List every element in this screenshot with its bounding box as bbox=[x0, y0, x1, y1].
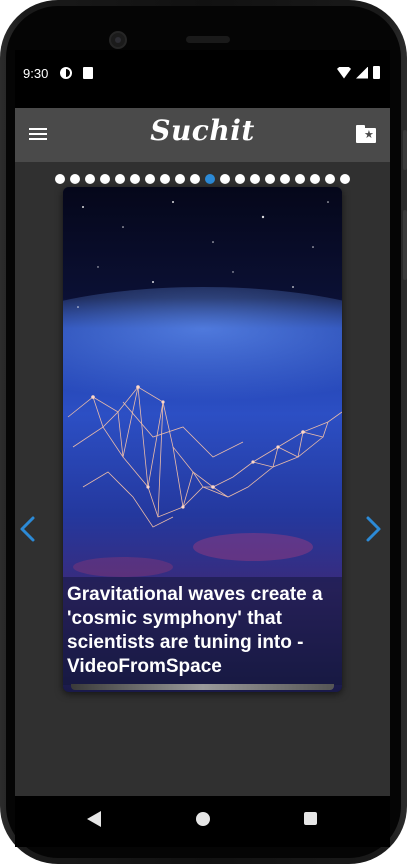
carousel-dot[interactable] bbox=[145, 174, 155, 184]
cell-signal-icon bbox=[356, 66, 368, 79]
status-time: 9:30 bbox=[23, 66, 49, 81]
recents-square-icon[interactable] bbox=[304, 812, 317, 825]
card-caption: Gravitational waves create a 'cosmic sym… bbox=[63, 577, 342, 685]
page-indicator bbox=[15, 174, 390, 186]
app-title: Suchit bbox=[150, 114, 255, 147]
carousel-dot[interactable] bbox=[85, 174, 95, 184]
carousel-dot[interactable] bbox=[295, 174, 305, 184]
carousel-dot[interactable] bbox=[265, 174, 275, 184]
front-camera bbox=[109, 31, 127, 49]
carousel-dot[interactable] bbox=[55, 174, 65, 184]
sd-card-icon bbox=[83, 67, 93, 79]
carousel-dot[interactable] bbox=[205, 174, 215, 184]
carousel-dot[interactable] bbox=[130, 174, 140, 184]
carousel-dot[interactable] bbox=[235, 174, 245, 184]
carousel-dot[interactable] bbox=[280, 174, 290, 184]
volume-button bbox=[403, 130, 407, 170]
carousel-dot[interactable] bbox=[160, 174, 170, 184]
news-card[interactable]: Gravitational waves create a 'cosmic sym… bbox=[63, 187, 342, 692]
phone-frame: 9:30 Suchit ★ Gravitational waves create… bbox=[0, 0, 407, 864]
device-screen: 9:30 Suchit ★ Gravitational waves create… bbox=[15, 50, 390, 847]
carousel-dot[interactable] bbox=[220, 174, 230, 184]
status-bar: 9:30 bbox=[15, 50, 390, 108]
carousel-dot[interactable] bbox=[250, 174, 260, 184]
carousel-dot[interactable] bbox=[310, 174, 320, 184]
status-right-icons bbox=[337, 66, 380, 79]
carousel-dot[interactable] bbox=[190, 174, 200, 184]
battery-icon bbox=[373, 66, 380, 79]
home-circle-icon[interactable] bbox=[196, 812, 210, 826]
earpiece-speaker bbox=[186, 36, 230, 43]
card-title: Gravitational waves create a 'cosmic sym… bbox=[67, 584, 323, 677]
carousel-dot[interactable] bbox=[100, 174, 110, 184]
wifi-icon bbox=[337, 66, 351, 79]
app-bar: Suchit ★ bbox=[15, 108, 390, 162]
carousel-dot[interactable] bbox=[115, 174, 125, 184]
chevron-right-icon[interactable] bbox=[362, 514, 384, 544]
carousel-dot[interactable] bbox=[70, 174, 80, 184]
folder-star-icon[interactable]: ★ bbox=[356, 125, 378, 145]
system-nav-bar bbox=[15, 796, 390, 847]
carousel-dot[interactable] bbox=[325, 174, 335, 184]
next-card-peek bbox=[71, 684, 334, 690]
carousel-area: Gravitational waves create a 'cosmic sym… bbox=[15, 162, 390, 796]
carousel-dot[interactable] bbox=[175, 174, 185, 184]
chevron-left-icon[interactable] bbox=[17, 514, 39, 544]
power-button bbox=[403, 210, 407, 280]
carousel-dot[interactable] bbox=[340, 174, 350, 184]
data-saver-icon bbox=[60, 67, 72, 79]
back-triangle-icon[interactable] bbox=[87, 811, 101, 827]
